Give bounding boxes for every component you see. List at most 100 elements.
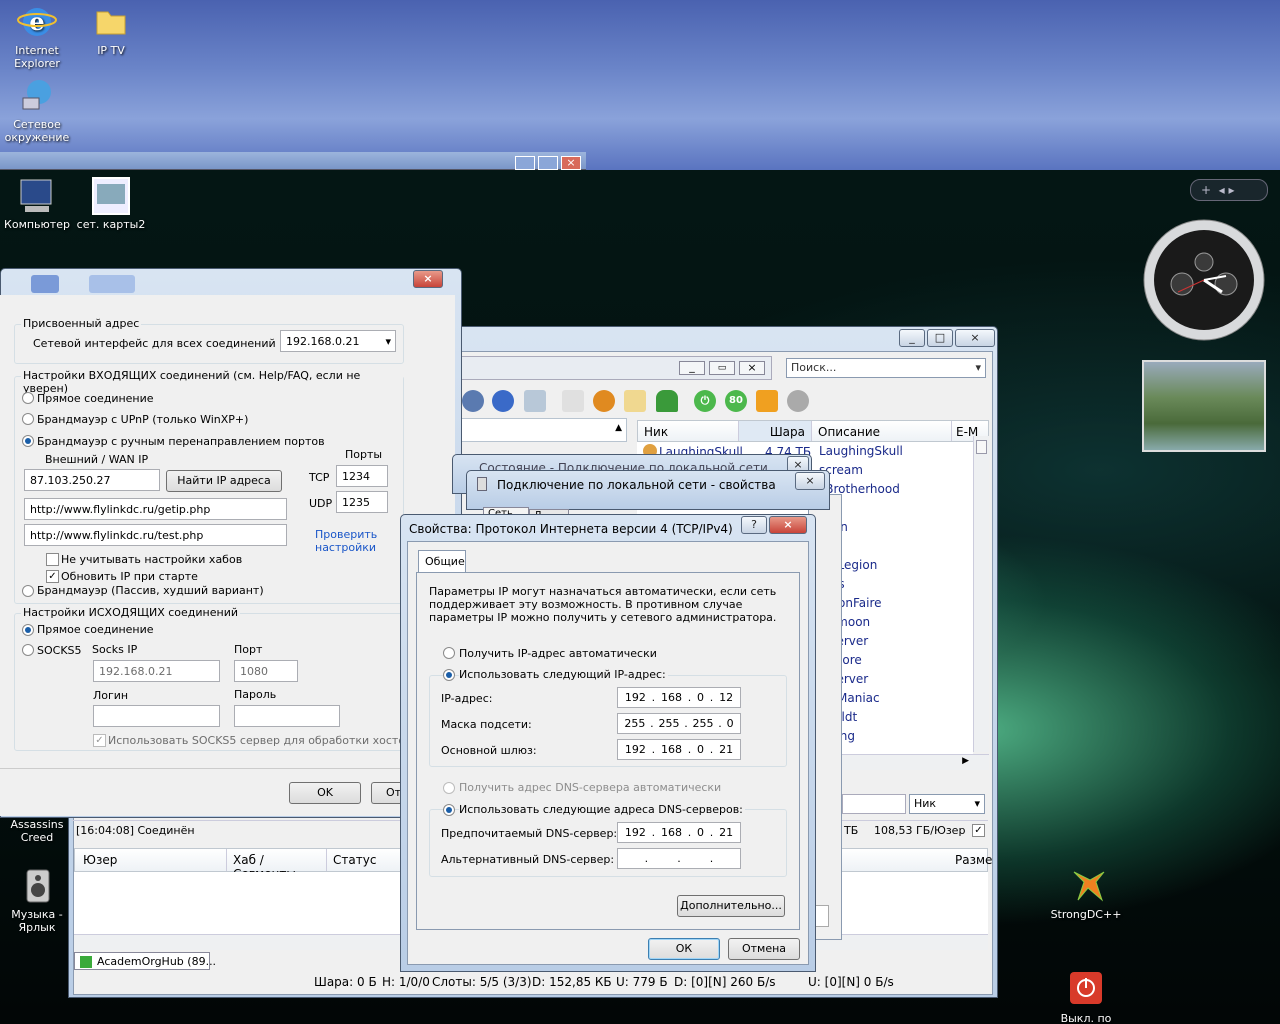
- desktop-icon-iptv[interactable]: IP TV: [74, 2, 148, 57]
- desktop-icon-ie[interactable]: e Internet Explorer: [0, 2, 74, 70]
- out-direct-radio[interactable]: [22, 624, 34, 636]
- desktop-sky: [0, 0, 1280, 170]
- manual-ip-label: Использовать следующий IP-адрес:: [459, 668, 668, 681]
- scroll-right-icon[interactable]: ▶: [962, 756, 969, 766]
- minimize-button[interactable]: [515, 156, 535, 170]
- scroll-thumb[interactable]: [976, 440, 987, 454]
- opt-direct-radio[interactable]: [22, 392, 34, 404]
- udp-port-input[interactable]: 1235: [336, 491, 388, 513]
- manual-ip-radio[interactable]: [443, 669, 455, 681]
- filter-input[interactable]: [842, 794, 906, 814]
- wan-ip-input[interactable]: 87.103.250.27: [24, 469, 160, 491]
- desktop-icon-label: IP TV: [97, 44, 125, 57]
- scroll-up-icon[interactable]: ▲: [615, 423, 622, 433]
- check-settings-link[interactable]: Проверить настройки: [315, 528, 377, 554]
- ignore-hubs-checkbox[interactable]: [46, 553, 59, 566]
- col-description[interactable]: Описание: [812, 421, 952, 441]
- close-button[interactable]: ×: [561, 156, 581, 170]
- socks-ip-input[interactable]: 192.168.0.21: [93, 660, 220, 682]
- opt-manual-radio[interactable]: [22, 435, 34, 447]
- auto-dns-radio[interactable]: [443, 782, 455, 794]
- col-label: Разме: [955, 853, 993, 867]
- col-share[interactable]: Шара: [739, 421, 812, 441]
- mdi-restore-button[interactable]: ▭: [709, 361, 735, 375]
- opt-upnp-radio[interactable]: [22, 413, 34, 425]
- find-ip-button[interactable]: Найти IP адреса: [166, 470, 282, 492]
- search-combo[interactable]: Поиск... ▾: [786, 358, 986, 378]
- tab-general[interactable]: Общие: [418, 550, 466, 572]
- spider-icon[interactable]: [593, 390, 615, 412]
- gateway-input[interactable]: 192. 168. 0. 21: [617, 739, 741, 760]
- gadget-toolbar[interactable]: + ◂ ▸: [1190, 179, 1268, 201]
- user-description: LaughingSkull: [819, 444, 903, 458]
- password-input[interactable]: [234, 705, 340, 727]
- hub-tab[interactable]: AcademOrgHub (89...: [74, 952, 216, 970]
- opt-upnp-label: Брандмауэр с UPnP (только WinXP+): [37, 413, 249, 426]
- mdi-close-button[interactable]: ×: [739, 361, 765, 375]
- maximize-button[interactable]: [538, 156, 558, 170]
- tcp-label: TCP: [309, 471, 330, 484]
- ok-button[interactable]: OK: [289, 782, 361, 804]
- tab-panel: Параметры IP могут назначаться автоматич…: [416, 572, 800, 930]
- speaker-toggle-icon[interactable]: [787, 390, 809, 412]
- desktop-icon-assassins[interactable]: Assassins Creed: [0, 818, 74, 844]
- mdi-minimize-button[interactable]: _: [679, 361, 705, 375]
- ok-button[interactable]: ОК: [648, 938, 720, 960]
- pencil-icon[interactable]: [756, 390, 778, 412]
- close-button[interactable]: ×: [769, 516, 807, 534]
- cancel-button[interactable]: От: [371, 782, 401, 804]
- desktop-icon-netcards[interactable]: сет. карты2: [74, 176, 148, 231]
- search-hub-icon[interactable]: [462, 390, 484, 412]
- col-user[interactable]: Юзер: [75, 849, 227, 871]
- net-iface-select[interactable]: 192.168.0.21 ▾: [280, 330, 396, 352]
- note-icon[interactable]: [624, 390, 646, 412]
- getip-url-input[interactable]: http://www.flylinkdc.ru/getip.php: [24, 498, 287, 520]
- desktop-icon-shutdown[interactable]: Выкл. по: [1050, 970, 1122, 1024]
- maximize-button[interactable]: □: [927, 329, 953, 347]
- col-hub-segments[interactable]: Хаб / Сегменты: [227, 849, 327, 881]
- alternate-dns-input[interactable]: . . .: [617, 848, 741, 869]
- close-button[interactable]: ×: [413, 270, 443, 288]
- notepad-icon[interactable]: [524, 390, 546, 412]
- wan-label: Внешний / WAN IP: [45, 453, 149, 466]
- status-checkbox[interactable]: ✓: [972, 824, 985, 837]
- close-button[interactable]: ×: [955, 329, 995, 347]
- col-nick[interactable]: Ник: [638, 421, 739, 441]
- settings-icon[interactable]: [562, 390, 584, 412]
- update-ip-checkbox[interactable]: ✓: [46, 570, 59, 583]
- out-socks-radio[interactable]: [22, 644, 34, 656]
- auto-ip-label: Получить IP-адрес автоматически: [459, 647, 657, 660]
- socks-port-input[interactable]: 1080: [234, 660, 298, 682]
- globe-icon[interactable]: [492, 390, 514, 412]
- socks-hosts-label: Использовать SOCKS5 сервер для обработки…: [108, 734, 412, 747]
- manual-dns-radio[interactable]: [443, 804, 455, 816]
- ip-address-input[interactable]: 192. 168. 0. 12: [617, 687, 741, 708]
- group-title: Настройки ИСХОДЯЩИХ соединений: [21, 606, 240, 619]
- help-button[interactable]: ?: [741, 516, 767, 534]
- slideshow-gadget[interactable]: [1142, 360, 1266, 452]
- close-button[interactable]: ×: [795, 472, 825, 490]
- auto-ip-radio[interactable]: [443, 647, 455, 659]
- userlist-scrollbar[interactable]: [973, 436, 989, 752]
- nick-filter-select[interactable]: Ник ▾: [909, 794, 985, 814]
- test-url-input[interactable]: http://www.flylinkdc.ru/test.php: [24, 524, 287, 546]
- login-input[interactable]: [93, 705, 220, 727]
- tcp-port-input[interactable]: 1234: [336, 465, 388, 487]
- status-dl-rate: D: [0][N] 260 Б/s: [674, 975, 776, 989]
- socks-hosts-checkbox[interactable]: ✓: [93, 734, 106, 747]
- col-size[interactable]: Разме: [955, 853, 992, 867]
- opt-passive-radio[interactable]: [22, 585, 34, 597]
- desktop-icon-network[interactable]: Сетевое окружение: [0, 76, 74, 144]
- subnet-mask-input[interactable]: 255. 255. 255. 0: [617, 713, 741, 734]
- lan-props-window: Подключение по локальной сети - свойства…: [466, 470, 830, 523]
- advanced-button[interactable]: Дополнительно...: [677, 895, 785, 917]
- desktop-icon-computer[interactable]: Компьютер: [0, 176, 74, 231]
- user-icon[interactable]: [656, 390, 678, 412]
- minimize-button[interactable]: _: [899, 329, 925, 347]
- desktop-icon-music[interactable]: Музыка - Ярлык: [0, 866, 74, 934]
- limit-80-icon[interactable]: 80: [725, 390, 747, 412]
- power-toggle-icon[interactable]: ⏻: [694, 390, 716, 412]
- preferred-dns-input[interactable]: 192. 168. 0. 21: [617, 822, 741, 843]
- cancel-button[interactable]: Отмена: [728, 938, 800, 960]
- desktop-icon-strongdc[interactable]: StrongDC++: [1050, 866, 1122, 921]
